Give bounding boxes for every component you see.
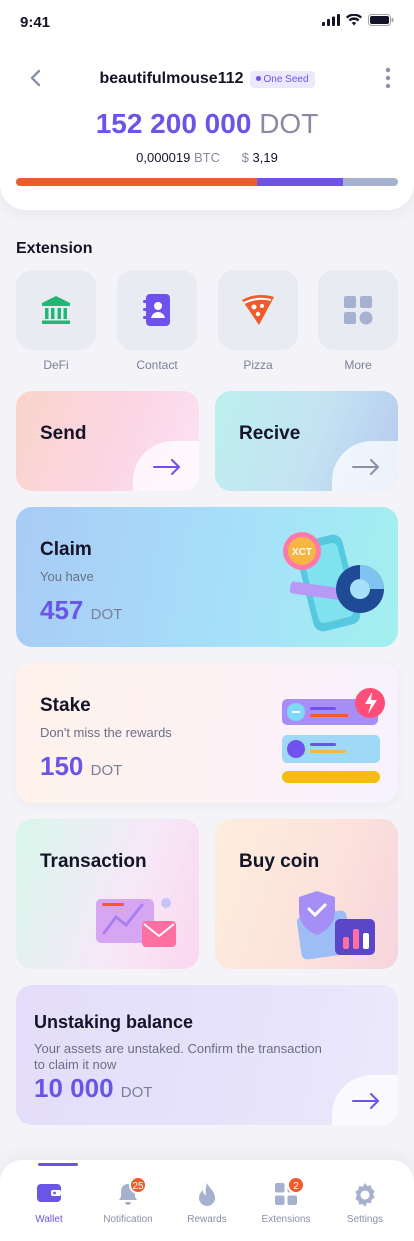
- arrow-right-icon: [352, 459, 379, 475]
- wallet-icon: [37, 1184, 61, 1202]
- status-icons: [322, 14, 394, 26]
- buy-coin-card[interactable]: Buy coin: [215, 819, 398, 969]
- wifi-icon: [346, 14, 362, 26]
- stake-amount: 150 DOT: [40, 751, 123, 781]
- seed-badge: One Seed: [249, 70, 315, 88]
- extension-defi[interactable]: DeFi: [16, 270, 96, 372]
- bank-icon: [42, 296, 70, 324]
- receive-card[interactable]: Recive: [215, 391, 398, 491]
- buy-coin-illustration: [296, 891, 375, 960]
- balance-conversions: 0,000019 BTC $ 3,19: [0, 150, 414, 165]
- stake-illustration: [282, 688, 385, 783]
- send-card[interactable]: Send: [16, 391, 199, 491]
- unstaking-amount: 10 000 DOT: [34, 1073, 153, 1103]
- balance-amount: 152 200 000: [95, 108, 252, 139]
- nav-extensions[interactable]: 2 Extensions: [245, 1160, 327, 1225]
- usd-amount: 3,19: [252, 150, 278, 165]
- extensions-badge: 2: [287, 1176, 305, 1194]
- bottom-navigation: Wallet 25 Notification Rewards 2 Extensi…: [0, 1160, 414, 1241]
- extension-pizza[interactable]: Pizza: [218, 270, 298, 372]
- transaction-title: Transaction: [40, 851, 147, 872]
- xct-coin-label: XCT: [292, 547, 312, 558]
- allocation-segment-2: [256, 178, 343, 186]
- extension-contact-tile[interactable]: [117, 270, 197, 350]
- battery-icon: [368, 14, 394, 26]
- grid-more-icon: [344, 296, 373, 325]
- extension-more[interactable]: More: [318, 270, 398, 372]
- account-row: beautifulmouse112 One Seed: [0, 70, 414, 88]
- allocation-segment-1: [16, 178, 257, 186]
- nav-notification[interactable]: 25 Notification: [87, 1160, 169, 1225]
- send-arrow-button[interactable]: [133, 441, 199, 491]
- btc-unit: BTC: [194, 150, 220, 165]
- nav-rewards[interactable]: Rewards: [166, 1160, 248, 1225]
- extension-pizza-tile[interactable]: [218, 270, 298, 350]
- signal-icon: [322, 14, 340, 26]
- gear-icon: [355, 1183, 375, 1207]
- claim-subtitle: You have: [40, 569, 94, 584]
- claim-title: Claim: [40, 539, 92, 560]
- account-name: beautifulmouse112: [99, 70, 244, 87]
- arrow-right-icon: [153, 459, 180, 475]
- extension-defi-tile[interactable]: [16, 270, 96, 350]
- extension-contact[interactable]: Contact: [117, 270, 197, 372]
- nav-rewards-label: Rewards: [187, 1214, 227, 1225]
- nav-notification-label: Notification: [103, 1214, 153, 1225]
- total-balance: 152 200 000 DOT: [0, 108, 414, 140]
- extension-title: Extension: [16, 240, 93, 257]
- balance-unit: DOT: [259, 108, 319, 139]
- status-time: 9:41: [20, 14, 51, 31]
- extension-pizza-label: Pizza: [243, 358, 273, 372]
- allocation-bar: [16, 178, 398, 186]
- arrow-right-icon: [352, 1093, 379, 1109]
- extension-more-tile[interactable]: [318, 270, 398, 350]
- pizza-icon: [242, 295, 274, 325]
- extension-defi-label: DeFi: [43, 358, 69, 372]
- unstaking-card[interactable]: Unstaking balance Your assets are unstak…: [16, 985, 398, 1125]
- unstaking-arrow-button[interactable]: [332, 1075, 398, 1125]
- extension-more-label: More: [344, 358, 372, 372]
- stake-title: Stake: [40, 695, 91, 716]
- receive-title: Recive: [239, 423, 301, 444]
- nav-settings[interactable]: Settings: [324, 1160, 406, 1225]
- notification-badge: 25: [129, 1176, 147, 1194]
- stake-subtitle: Don't miss the rewards: [40, 725, 172, 740]
- stake-card[interactable]: Stake Don't miss the rewards 150 DOT: [16, 663, 398, 803]
- phone-coin-illustration: XCT: [283, 532, 384, 632]
- allocation-segment-3: [342, 178, 398, 186]
- nav-extensions-label: Extensions: [261, 1214, 311, 1225]
- unstaking-description-2: to claim it now: [34, 1057, 117, 1072]
- nav-settings-label: Settings: [346, 1214, 384, 1225]
- send-title: Send: [40, 423, 87, 444]
- claim-amount: 457 DOT: [40, 595, 123, 625]
- transaction-card[interactable]: Transaction: [16, 819, 199, 969]
- contact-book-icon: [143, 294, 170, 326]
- extension-contact-label: Contact: [136, 358, 178, 372]
- nav-wallet[interactable]: Wallet: [8, 1160, 90, 1225]
- flame-icon: [199, 1183, 215, 1206]
- nav-active-indicator: [38, 1163, 78, 1166]
- buy-coin-title: Buy coin: [239, 851, 320, 872]
- usd-symbol: $: [241, 150, 249, 165]
- wallet-header: 9:41 beautifulmouse112 One Seed 152 200 …: [0, 0, 414, 210]
- nav-wallet-label: Wallet: [35, 1214, 63, 1225]
- transaction-illustration: [96, 898, 176, 947]
- unstaking-description-1: Your assets are unstaked. Confirm the tr…: [34, 1041, 322, 1056]
- receive-arrow-button[interactable]: [332, 441, 398, 491]
- unstaking-title: Unstaking balance: [34, 1012, 194, 1032]
- claim-card[interactable]: Claim You have 457 DOT XCT: [16, 507, 398, 647]
- btc-amount: 0,000019: [136, 150, 191, 165]
